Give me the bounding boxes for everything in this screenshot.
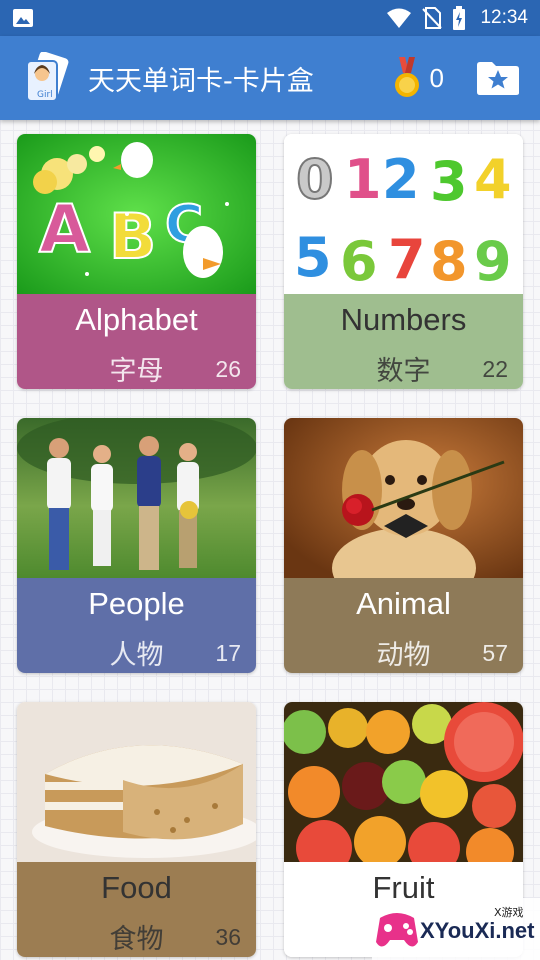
app-title: 天天单词卡-卡片盒 bbox=[88, 65, 314, 97]
watermark-text: XYouXi.net bbox=[420, 918, 535, 943]
alphabet-image: A B C bbox=[17, 134, 256, 294]
card-numbers[interactable]: 0 1 2 3 4 5 6 7 8 9 Numbers 数字 22 bbox=[284, 134, 523, 389]
card-count: 26 bbox=[215, 356, 241, 382]
status-time: 12:34 bbox=[480, 7, 528, 28]
card-footer: People 人物 17 bbox=[17, 578, 256, 673]
digit-3: 3 bbox=[430, 150, 468, 213]
card-count: 17 bbox=[215, 640, 241, 666]
card-title: Animal bbox=[356, 586, 451, 621]
card-people[interactable]: People 人物 17 bbox=[17, 418, 256, 673]
card-footer: Food 食物 36 bbox=[17, 862, 256, 957]
digit-8: 8 bbox=[430, 230, 468, 293]
numbers-image: 0 1 2 3 4 5 6 7 8 9 bbox=[284, 134, 523, 294]
image-icon bbox=[13, 9, 33, 27]
card-footer: Animal 动物 57 bbox=[284, 578, 523, 673]
card-food[interactable]: Food 食物 36 bbox=[17, 702, 256, 957]
digit-2: 2 bbox=[382, 148, 420, 211]
digit-4: 4 bbox=[474, 148, 512, 211]
card-footer: Numbers 数字 22 bbox=[284, 294, 523, 389]
digit-0: 0 bbox=[296, 148, 334, 211]
card-count: 57 bbox=[482, 640, 508, 666]
medal-icon bbox=[394, 57, 419, 97]
digit-5: 5 bbox=[294, 226, 332, 289]
gamepad-logo-icon bbox=[376, 913, 418, 947]
star-folder-icon bbox=[477, 62, 519, 95]
digit-7: 7 bbox=[388, 228, 426, 291]
card-title: Food bbox=[101, 870, 172, 905]
alphabet-letter-a: A bbox=[39, 191, 90, 268]
card-title: Alphabet bbox=[75, 302, 198, 337]
app-logo-icon: Girl bbox=[26, 52, 69, 102]
no-sim-icon bbox=[422, 7, 443, 29]
app-bar: Girl 天天单词卡-卡片盒 0 bbox=[0, 36, 540, 120]
svg-text:Girl: Girl bbox=[37, 90, 53, 100]
card-alphabet[interactable]: A B C Alphabet 字母 26 bbox=[17, 134, 256, 389]
card-count: 22 bbox=[482, 356, 508, 382]
card-count: 36 bbox=[215, 924, 241, 950]
favorites-button[interactable] bbox=[474, 59, 522, 97]
alphabet-letter-b: B bbox=[109, 200, 156, 273]
animal-image bbox=[284, 418, 523, 578]
digit-9: 9 bbox=[474, 230, 512, 293]
people-image bbox=[17, 418, 256, 578]
digit-1: 1 bbox=[344, 148, 382, 211]
status-bar: 12:34 bbox=[0, 0, 540, 36]
wifi-icon bbox=[387, 8, 412, 28]
medal-count[interactable]: 0 bbox=[430, 63, 444, 94]
battery-charging-icon bbox=[453, 6, 466, 30]
digit-6: 6 bbox=[340, 230, 378, 293]
food-image bbox=[17, 702, 256, 862]
card-title: People bbox=[88, 586, 185, 621]
fruit-image bbox=[284, 702, 523, 862]
card-title: Numbers bbox=[340, 302, 467, 337]
card-animal[interactable]: Animal 动物 57 bbox=[284, 418, 523, 673]
card-footer: Alphabet 字母 26 bbox=[17, 294, 256, 389]
watermark: X游戏 XYouXi.net bbox=[372, 898, 540, 960]
